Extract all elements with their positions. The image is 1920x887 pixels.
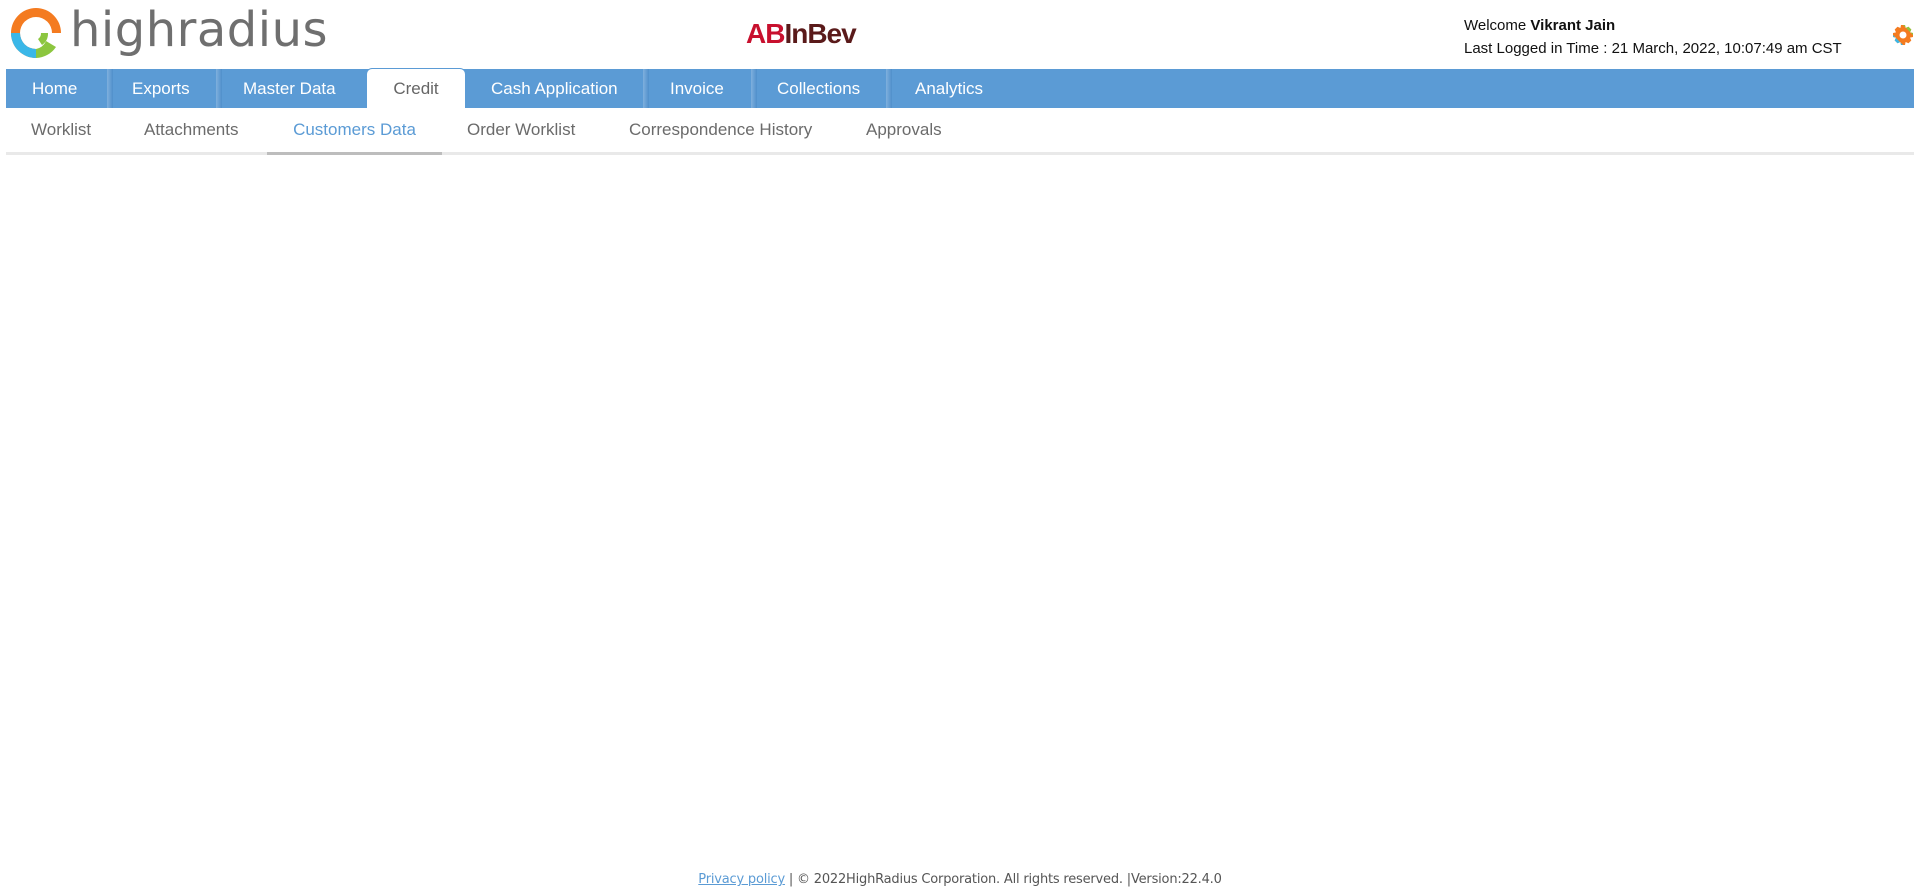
subtab-approvals[interactable]: Approvals — [866, 108, 942, 152]
logo-wordmark: highradius — [70, 2, 329, 58]
brand-ab-text: AB — [746, 18, 785, 49]
welcome-line: Welcome Vikrant Jain — [1464, 14, 1842, 37]
tab-separator — [886, 69, 892, 108]
tab-separator — [216, 69, 222, 108]
app-header: highradius ABInBev Welcome Vikrant Jain … — [0, 0, 1920, 69]
user-info: Welcome Vikrant Jain Last Logged in Time… — [1464, 14, 1842, 60]
welcome-label: Welcome — [1464, 17, 1527, 34]
tab-exports[interactable]: Exports — [132, 69, 190, 108]
tab-invoice[interactable]: Invoice — [670, 69, 724, 108]
subtab-customers-data[interactable]: Customers Data — [267, 108, 442, 155]
tab-home[interactable]: Home — [32, 69, 77, 108]
subtab-order-worklist[interactable]: Order Worklist — [467, 108, 575, 152]
tab-separator — [107, 69, 113, 108]
highradius-logo-icon — [11, 8, 61, 58]
subtab-correspondence-history[interactable]: Correspondence History — [629, 108, 812, 152]
tab-separator — [751, 69, 757, 108]
highradius-logo[interactable]: highradius — [8, 2, 328, 64]
tab-collections[interactable]: Collections — [777, 69, 860, 108]
user-name: Vikrant Jain — [1530, 17, 1616, 34]
gear-icon[interactable] — [1892, 24, 1914, 46]
tab-cash-application[interactable]: Cash Application — [491, 69, 618, 108]
main-navigation: Home Exports Master Data Credit Cash App… — [6, 68, 1914, 108]
subtab-attachments[interactable]: Attachments — [144, 108, 239, 152]
tab-credit[interactable]: Credit — [366, 68, 466, 108]
main-content-area — [6, 156, 1914, 846]
customer-brand-logo: ABInBev — [746, 18, 857, 50]
subtab-worklist[interactable]: Worklist — [31, 108, 91, 152]
last-logged-in: Last Logged in Time : 21 March, 2022, 10… — [1464, 40, 1842, 57]
sub-navigation: Worklist Attachments Customers Data Orde… — [6, 108, 1914, 155]
tab-analytics[interactable]: Analytics — [915, 69, 983, 108]
brand-inbev-text: InBev — [784, 18, 856, 49]
tab-separator — [643, 69, 649, 108]
tab-master-data[interactable]: Master Data — [243, 69, 336, 108]
